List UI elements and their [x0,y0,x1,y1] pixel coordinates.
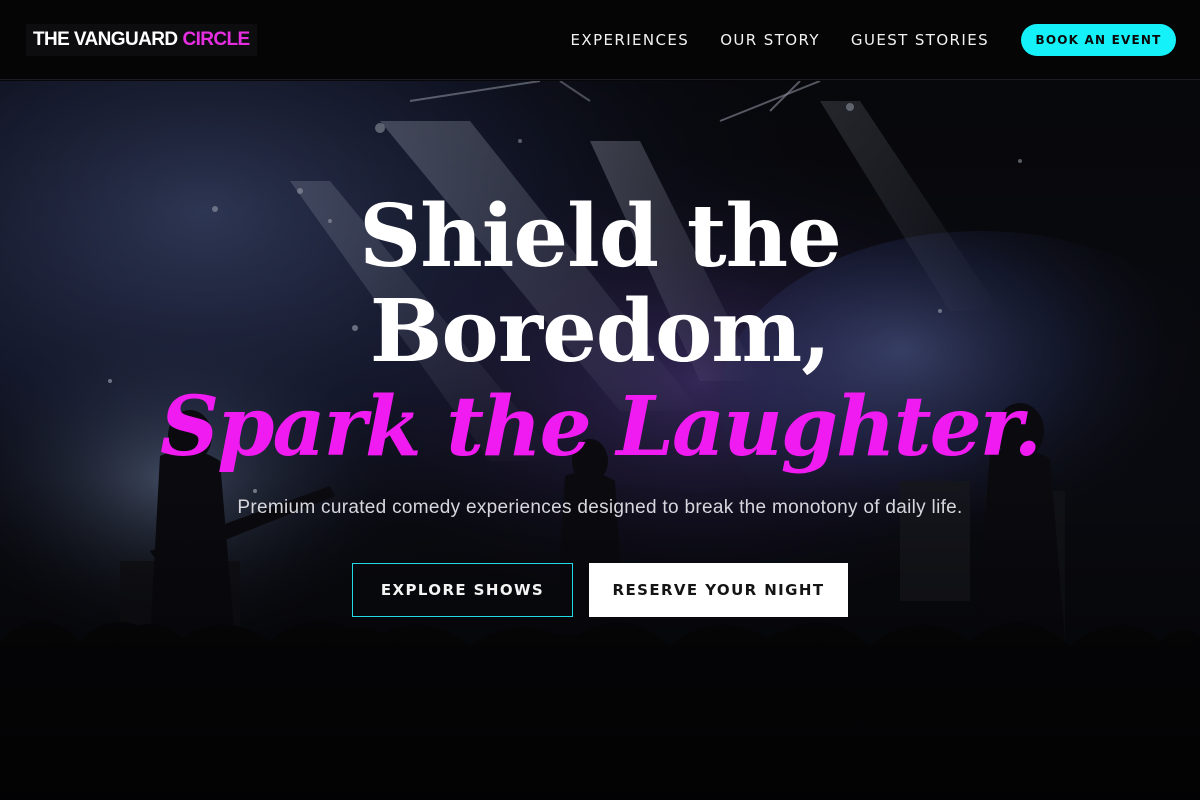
brand-name-accent: CIRCLE [182,29,250,50]
brand-logo[interactable]: THE VANGUARD CIRCLE [26,24,257,56]
explore-shows-button[interactable]: EXPLORE SHOWS [352,563,573,617]
brand-name-primary: THE VANGUARD [33,29,178,50]
nav-link-our-story[interactable]: OUR STORY [720,31,820,49]
nav-link-guest-stories[interactable]: GUEST STORIES [851,31,989,49]
hero-section: Shield the Boredom, Spark the Laughter. … [0,81,1200,800]
hero-title-line-3-accent: Spark the Laughter. [159,379,1042,475]
nav-links: EXPERIENCES OUR STORY GUEST STORIES [540,0,989,80]
nav-link-experiences[interactable]: EXPERIENCES [571,31,690,49]
book-an-event-button[interactable]: BOOK AN EVENT [1021,24,1176,56]
hero-subtitle: Premium curated comedy experiences desig… [237,497,963,518]
reserve-your-night-button[interactable]: RESERVE YOUR NIGHT [589,563,848,617]
hero-title-line-2: Boredom, [369,281,832,382]
top-navigation-bar: THE VANGUARD CIRCLE EXPERIENCES OUR STOR… [0,0,1200,80]
hero-title-line-1: Shield the [359,186,842,287]
